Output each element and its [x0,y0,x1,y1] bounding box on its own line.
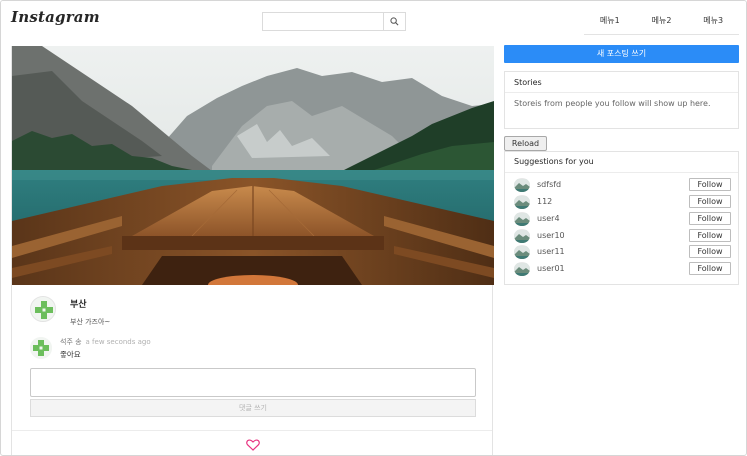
suggestions-title: Suggestions for you [514,157,594,166]
stories-panel: Stories Storeis from people you follow w… [504,71,739,129]
reload-button[interactable]: Reload [504,136,547,151]
avatar-pattern-icon [30,337,52,359]
landscape-thumb-icon [514,246,530,259]
suggestions-panel: Suggestions for you sdfsfd Follow 112 Fo… [504,151,739,285]
stories-divider [505,92,738,93]
search-box [262,12,406,31]
instagram-logo[interactable]: Instagram [11,8,100,26]
landscape-thumb-icon [514,213,530,226]
landscape-thumb-icon [514,263,530,276]
comment-submit-button[interactable]: 댓글 쓰기 [30,399,476,417]
suggestion-username[interactable]: user4 [537,214,560,223]
suggestion-username[interactable]: user11 [537,247,565,256]
comment-username[interactable]: 석주 송 [60,338,82,346]
comment-meta: 석주 송a few seconds ago [60,337,151,347]
search-input[interactable] [263,13,384,30]
post-divider [12,430,492,431]
comment-timestamp: a few seconds ago [85,338,151,346]
post-caption: 부산 가즈아~ [70,318,111,326]
follow-button[interactable]: Follow [689,245,731,258]
suggestion-avatar[interactable] [514,229,530,243]
suggestion-avatar[interactable] [514,178,530,192]
landscape-thumb-icon [514,230,530,243]
heart-icon [246,439,260,451]
comment-input[interactable] [30,368,476,397]
lake-boat-image [12,46,494,285]
stories-title: Stories [514,78,542,87]
suggestion-row: user01 Follow [514,262,731,276]
suggestion-username[interactable]: user10 [537,231,565,240]
menu-item-2[interactable]: 메뉴2 [636,9,688,34]
menu-item-3[interactable]: 메뉴3 [687,9,739,34]
follow-button[interactable]: Follow [689,229,731,242]
author-name[interactable]: 부산 [70,297,87,310]
top-navbar: Instagram 메뉴1 메뉴2 메뉴3 [1,1,746,41]
post-photo [12,46,494,285]
author-avatar[interactable] [30,296,56,322]
main-menu: 메뉴1 메뉴2 메뉴3 [584,9,739,35]
suggestion-username[interactable]: sdfsfd [537,180,561,189]
suggestions-divider [505,172,738,173]
landscape-thumb-icon [514,179,530,192]
menu-item-1[interactable]: 메뉴1 [584,9,636,34]
commenter-avatar[interactable] [30,337,52,359]
new-post-button[interactable]: 새 포스팅 쓰기 [504,45,739,63]
search-icon [390,17,399,26]
comment-text: 좋아요 [60,350,81,359]
suggestion-row: user10 Follow [514,229,731,243]
landscape-thumb-icon [514,196,530,209]
post-card: 부산 부산 가즈아~ 석주 송a few seconds ago 좋아요 댓글 … [11,46,494,455]
like-button[interactable] [246,436,260,451]
suggestion-row: user11 Follow [514,245,731,259]
follow-button[interactable]: Follow [689,262,731,275]
suggestion-username[interactable]: user01 [537,264,565,273]
search-button[interactable] [384,13,405,30]
stories-empty-text: Storeis from people you follow will show… [514,99,711,108]
suggestion-avatar[interactable] [514,195,530,209]
suggestion-row: 112 Follow [514,195,731,209]
suggestion-avatar[interactable] [514,212,530,226]
suggestion-row: sdfsfd Follow [514,178,731,192]
follow-button[interactable]: Follow [689,195,731,208]
suggestion-row: user4 Follow [514,212,731,226]
suggestion-username[interactable]: 112 [537,197,552,206]
follow-button[interactable]: Follow [689,212,731,225]
suggestion-avatar[interactable] [514,262,530,276]
app-window: Instagram 메뉴1 메뉴2 메뉴3 부산 부산 가즈아~ 석주 송 a … [0,0,747,456]
suggestion-avatar[interactable] [514,245,530,259]
follow-button[interactable]: Follow [689,178,731,191]
avatar-pattern-icon [31,297,55,321]
